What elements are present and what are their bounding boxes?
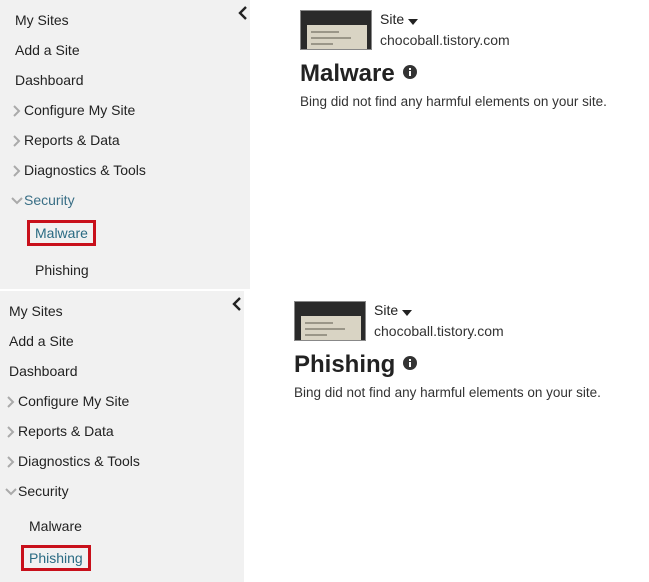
sidebar-item-label: Phishing <box>29 550 83 566</box>
sidebar-item-label: Malware <box>29 518 82 534</box>
sidebar-subitem-malware[interactable]: Malware <box>27 220 96 246</box>
sidebar-item-dashboard[interactable]: Dashboard <box>15 72 84 88</box>
sidebar-item-dashboard[interactable]: Dashboard <box>9 363 78 379</box>
page-description: Bing did not find any harmful elements o… <box>294 385 601 400</box>
chevron-right-icon <box>11 164 23 178</box>
site-selector[interactable]: Site <box>374 302 413 319</box>
chevron-right-icon <box>11 134 23 148</box>
sidebar-item-label: Diagnostics & Tools <box>24 162 146 178</box>
sidebar-item-label: My Sites <box>15 12 69 28</box>
sidebar-item-diagnostics-tools[interactable]: Diagnostics & Tools <box>5 453 140 469</box>
main-content: Site chocoball.tistory.com Malware Bing … <box>250 0 649 291</box>
sidebar-subitem-malware[interactable]: Malware <box>29 518 82 534</box>
chevron-right-icon <box>5 455 17 469</box>
caret-down-icon <box>408 12 419 28</box>
sidebar-item-security[interactable]: Security <box>5 483 69 499</box>
site-url: chocoball.tistory.com <box>374 323 504 339</box>
sidebar-item-label: Dashboard <box>15 72 84 88</box>
sidebar-item-my-sites[interactable]: My Sites <box>9 303 63 319</box>
sidebar-item-label: Diagnostics & Tools <box>18 453 140 469</box>
sidebar-item-label: Add a Site <box>9 333 74 349</box>
sidebar: My Sites Add a Site Dashboard Configure … <box>0 0 250 291</box>
chevron-left-icon[interactable] <box>232 297 242 311</box>
chevron-right-icon <box>5 425 17 439</box>
sidebar-item-label: Add a Site <box>15 42 80 58</box>
page-description: Bing did not find any harmful elements o… <box>300 94 607 109</box>
sidebar-item-label: Security <box>24 192 75 208</box>
site-thumbnail[interactable] <box>294 301 366 341</box>
chevron-down-icon <box>5 485 17 499</box>
sidebar-item-label: My Sites <box>9 303 63 319</box>
sidebar-item-diagnostics-tools[interactable]: Diagnostics & Tools <box>11 162 146 178</box>
sidebar-subitem-phishing[interactable]: Phishing <box>21 545 91 571</box>
sidebar-item-configure-my-site[interactable]: Configure My Site <box>11 102 135 118</box>
sidebar-item-label: Dashboard <box>9 363 78 379</box>
page-title: Phishing <box>294 351 418 379</box>
chevron-right-icon <box>11 104 23 118</box>
panel-phishing: My Sites Add a Site Dashboard Configure … <box>0 291 649 582</box>
caret-down-icon <box>402 303 413 319</box>
page-title: Malware <box>300 60 417 88</box>
sidebar-item-add-a-site[interactable]: Add a Site <box>9 333 74 349</box>
sidebar-item-label: Malware <box>35 225 88 241</box>
site-selector[interactable]: Site <box>380 11 419 28</box>
sidebar-item-reports-data[interactable]: Reports & Data <box>5 423 114 439</box>
site-selector-label: Site <box>380 11 405 27</box>
site-selector-label: Site <box>374 302 399 318</box>
sidebar-item-label: Configure My Site <box>18 393 130 409</box>
info-icon[interactable] <box>402 65 417 79</box>
sidebar-item-add-a-site[interactable]: Add a Site <box>15 42 80 58</box>
sidebar-item-label: Security <box>18 483 69 499</box>
sidebar-item-label: Reports & Data <box>24 132 120 148</box>
chevron-down-icon <box>11 194 23 208</box>
sidebar-subitem-phishing[interactable]: Phishing <box>35 262 89 278</box>
sidebar-item-label: Configure My Site <box>24 102 136 118</box>
sidebar-item-my-sites[interactable]: My Sites <box>15 12 69 28</box>
sidebar: My Sites Add a Site Dashboard Configure … <box>0 291 244 582</box>
page-title-text: Phishing <box>294 351 396 378</box>
sidebar-item-label: Phishing <box>35 262 89 278</box>
page-title-text: Malware <box>300 60 395 87</box>
sidebar-item-label: Reports & Data <box>18 423 114 439</box>
info-icon[interactable] <box>403 356 418 370</box>
sidebar-item-configure-my-site[interactable]: Configure My Site <box>5 393 129 409</box>
site-thumbnail[interactable] <box>300 10 372 50</box>
panel-malware: My Sites Add a Site Dashboard Configure … <box>0 0 649 291</box>
sidebar-item-reports-data[interactable]: Reports & Data <box>11 132 120 148</box>
main-content: Site chocoball.tistory.com Phishing Bing… <box>244 291 643 582</box>
chevron-right-icon <box>5 395 17 409</box>
sidebar-item-security[interactable]: Security <box>11 192 75 208</box>
site-url: chocoball.tistory.com <box>380 32 510 48</box>
chevron-left-icon[interactable] <box>238 6 248 20</box>
